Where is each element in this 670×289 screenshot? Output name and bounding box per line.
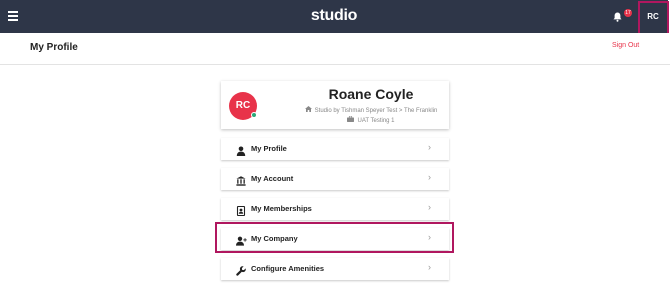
my-company-highlight-box	[215, 222, 454, 253]
menu-item-my-memberships[interactable]: My Memberships ›	[221, 198, 449, 220]
avatar-highlight-box	[638, 1, 669, 36]
wrench-icon	[236, 263, 246, 276]
profile-tenant: UAT Testing 1	[271, 115, 471, 124]
person-icon	[236, 143, 246, 156]
badge-icon	[236, 203, 246, 217]
notification-count-badge: 17	[624, 9, 632, 17]
online-status-dot	[251, 112, 257, 118]
menu-item-label: My Memberships	[251, 204, 312, 213]
chevron-right-icon: ›	[428, 172, 431, 182]
profile-tenant-text: UAT Testing 1	[357, 118, 395, 124]
menu-item-label: My Profile	[251, 144, 287, 153]
page-title: My Profile	[30, 42, 78, 53]
chevron-right-icon: ›	[428, 202, 431, 212]
bell-icon[interactable]	[613, 12, 622, 22]
studio-logo[interactable]: studio	[0, 7, 668, 25]
chevron-right-icon: ›	[428, 142, 431, 152]
menu-item-my-profile[interactable]: My Profile ›	[221, 138, 449, 160]
bank-icon	[236, 173, 246, 186]
sign-out-link[interactable]: Sign Out	[612, 42, 639, 49]
page-header	[0, 33, 670, 65]
chevron-right-icon: ›	[428, 262, 431, 272]
profile-location-text: Studio by Tishman Speyer Test > The Fran…	[314, 108, 438, 114]
menu-item-configure-amenities[interactable]: Configure Amenities ›	[221, 258, 449, 280]
profile-name: Roane Coyle	[328, 86, 414, 102]
briefcase-icon	[347, 115, 355, 124]
menu-item-label: Configure Amenities	[251, 264, 325, 273]
menu-item-label: My Account	[251, 174, 294, 183]
home-icon	[304, 106, 312, 114]
profile-location: Studio by Tishman Speyer Test > The Fran…	[271, 106, 471, 114]
menu-item-my-account[interactable]: My Account ›	[221, 168, 449, 190]
